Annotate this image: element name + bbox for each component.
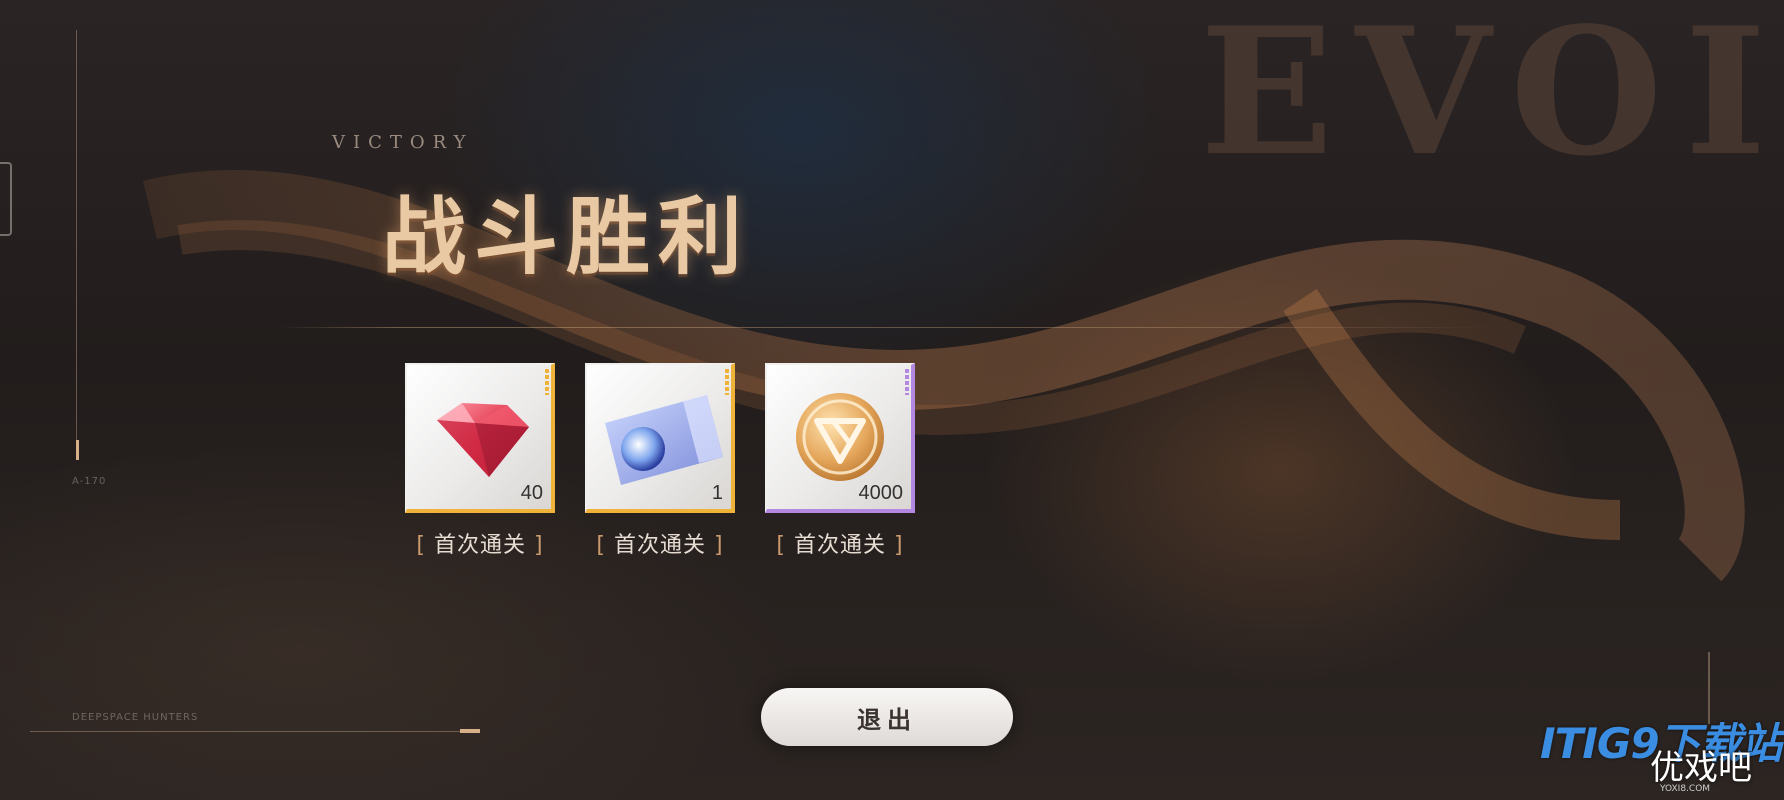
tag-label: 首次通关 <box>793 533 886 558</box>
reward-list: 40 [ 首次通关 ] 1 [首次通关] 4000 [首次通关] <box>403 363 917 559</box>
evo-background-text: EVOI <box>1200 0 1784 195</box>
left-caption: DEEPSPACE HUNTERS <box>72 712 199 723</box>
reward-quantity: 4000 <box>858 482 904 504</box>
tag-bracket-close: ] <box>534 533 544 558</box>
victory-subtitle: VICTORY <box>332 132 474 153</box>
reward-card[interactable]: 40 <box>405 363 555 513</box>
reward-tag: [ 首次通关 ] <box>416 527 543 559</box>
side-tab <box>0 162 12 236</box>
tag-bracket-close: ] <box>714 533 724 558</box>
side-code: A-170 <box>72 476 107 487</box>
watermark-site: 优戏吧 <box>1650 748 1752 788</box>
title-divider <box>280 327 1500 328</box>
watermark-url: YOXI8.COM <box>1660 784 1711 794</box>
tag-bracket-open: [ <box>776 533 786 558</box>
rarity-marker <box>905 369 909 395</box>
tag-label: 首次通关 <box>433 533 526 558</box>
page-title: 战斗胜利 <box>382 187 751 286</box>
reward-tag: [ 首次通关 ] <box>596 527 723 559</box>
left-frame-accent <box>76 440 79 460</box>
bottom-left-accent <box>460 729 480 733</box>
exit-button[interactable]: 退出 <box>761 688 1013 746</box>
tag-bracket-open: [ <box>416 533 426 558</box>
reward-item[interactable]: 40 [ 首次通关 ] <box>403 363 557 559</box>
reward-quantity: 40 <box>520 482 543 504</box>
tag-label: 首次通关 <box>613 533 706 558</box>
bottom-left-line <box>30 731 480 732</box>
left-frame-line <box>76 30 77 460</box>
tag-bracket-close: ] <box>894 533 904 558</box>
rarity-marker <box>725 369 729 395</box>
reward-item[interactable]: 4000 [ 首次通关 ] <box>763 363 917 559</box>
reward-card[interactable]: 1 <box>585 363 735 513</box>
reward-card[interactable]: 4000 <box>765 363 915 513</box>
rarity-marker <box>545 369 549 395</box>
reward-quantity: 1 <box>711 482 723 504</box>
reward-item[interactable]: 1 [ 首次通关 ] <box>583 363 737 559</box>
tag-bracket-open: [ <box>596 533 606 558</box>
reward-tag: [ 首次通关 ] <box>776 527 903 559</box>
